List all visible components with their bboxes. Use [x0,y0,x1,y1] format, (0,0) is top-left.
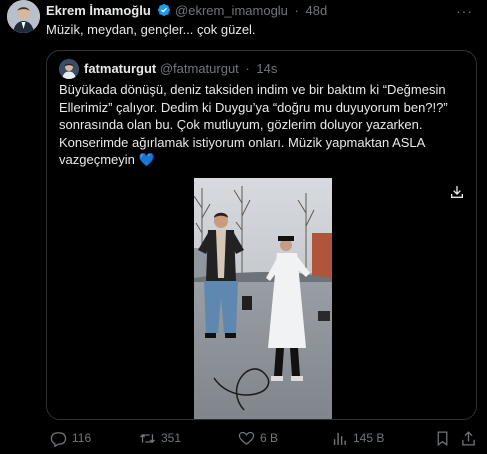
quote-text: Büyükada dönüşü, deniz taksiden indim ve… [59,81,469,169]
quote-media[interactable] [47,178,476,419]
tweet-time[interactable]: 48d [306,3,328,18]
more-options-icon[interactable]: ··· [456,3,473,19]
views-chart-icon [333,432,346,445]
reply-count: 116 [72,431,92,445]
author-name[interactable]: Ekrem İmamoğlu [46,3,151,18]
share-button[interactable] [460,428,477,448]
author-handle[interactable]: @ekrem_imamoglu [175,3,288,18]
blue-heart-emoji: 💙 [138,152,155,167]
repost-icon [139,433,156,443]
download-icon[interactable] [449,184,465,200]
quote-header: fatmaturgut @fatmaturgut · 14s [84,61,277,76]
repost-count: 351 [161,431,182,445]
video-thumbnail[interactable] [194,178,332,419]
quote-author-handle[interactable]: @fatmaturgut [160,61,239,76]
tweet[interactable]: Ekrem İmamoğlu @ekrem_imamoglu · 48d ···… [0,0,487,454]
quote-text-body: Büyükada dönüşü, deniz taksiden indim ve… [59,82,448,167]
bookmark-button[interactable] [434,428,451,448]
repost-button[interactable]: 351 [139,428,181,448]
share-icon [462,430,475,446]
quote-separator-dot: · [245,61,250,76]
quote-author-name[interactable]: fatmaturgut [84,61,156,76]
separator-dot: · [294,3,299,18]
bookmark-icon [437,430,448,446]
verified-badge-icon [157,3,171,20]
tweet-actions: 116 351 6 B 145 B [46,428,475,448]
reply-icon [50,431,67,447]
views-button[interactable]: 145 B [331,428,384,448]
like-count: 6 B [260,431,279,445]
tweet-header: Ekrem İmamoğlu @ekrem_imamoglu · 48d [46,3,327,20]
views-count: 145 B [353,431,385,445]
reply-button[interactable]: 116 [50,428,91,448]
heart-icon [238,431,255,445]
quote-time[interactable]: 14s [256,61,277,76]
quote-avatar-icon[interactable] [59,59,79,79]
tweet-text: Müzik, meydan, gençler... çok güzel. [46,22,256,37]
user-avatar-icon[interactable] [7,0,40,33]
quoted-tweet[interactable]: fatmaturgut @fatmaturgut · 14s Büyükada … [46,50,477,420]
like-button[interactable]: 6 B [238,428,278,448]
